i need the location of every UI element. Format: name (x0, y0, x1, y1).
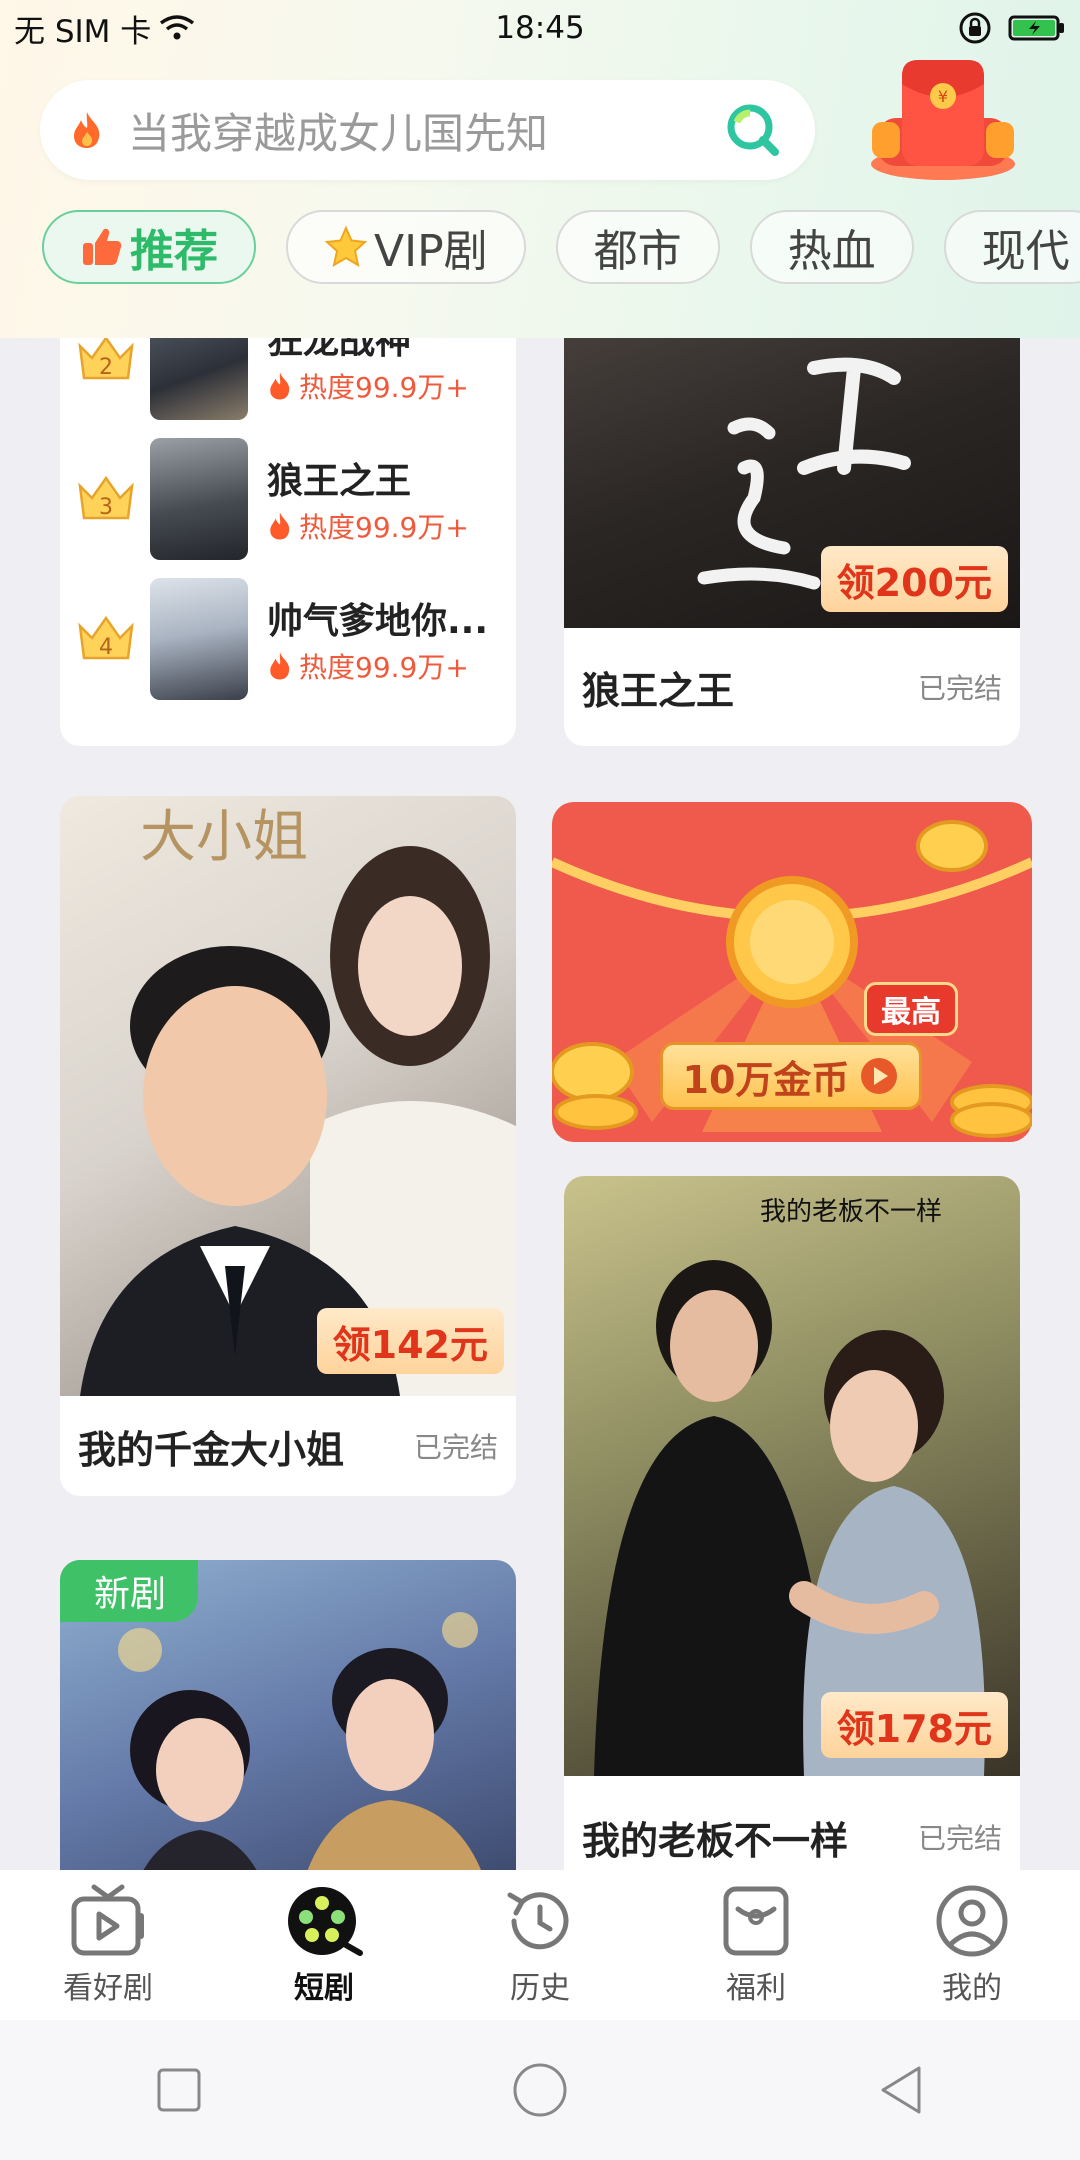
nav-item-welfare[interactable]: 福利 (648, 1883, 864, 2007)
drama-title: 我的老板不一样 (582, 1818, 849, 1863)
reward-amount: 10万金币 (682, 1057, 850, 1102)
tab-label: 推荐 (130, 226, 218, 277)
rank-number: 3 (99, 495, 113, 520)
reward-pill: 10万金币 (660, 1042, 922, 1110)
heat-value: 热度99.9万+ (299, 651, 469, 684)
search-icon[interactable] (725, 102, 781, 158)
nav-label: 福利 (726, 1971, 786, 2006)
drama-poster: 我的老板不一样 (564, 1176, 1020, 1776)
poster-couple-figure: 大小姐 (80, 805, 516, 1396)
card-footer: 我的老板不一样 已完结 (564, 1778, 1020, 1870)
tab-urban[interactable]: 都市 (555, 210, 720, 284)
bottom-navigation: 看好剧 短剧 历史 福利 我的 (0, 1870, 1080, 2020)
drama-poster: 大小姐 (60, 796, 516, 1396)
nav-label: 看好剧 (63, 1971, 153, 2006)
crown-rank-icon: 4 (78, 615, 134, 660)
tab-label: 热血 (787, 226, 876, 277)
flame-icon (270, 372, 290, 400)
tab-recommend[interactable]: 推荐 (42, 210, 256, 284)
drama-feed[interactable]: 2 狂龙战神 热度99.9万+ 3 狼王之王 热度99.9万+ 4 帅气爹地你.… (0, 338, 1080, 1870)
heat-value: 热度99.9万+ (299, 511, 469, 544)
gift-icon (723, 1886, 789, 1956)
svg-text:我的老板不一样: 我的老板不一样 (760, 1197, 942, 1227)
card-footer: 我的千金大小姐 已完结 (60, 1396, 516, 1496)
film-reel-icon (288, 1887, 363, 1956)
drama-title: 我的千金大小姐 (78, 1427, 345, 1472)
nav-item-short-drama[interactable]: 短剧 (216, 1883, 432, 2007)
crown-rank-icon: 2 (78, 338, 134, 380)
drama-card-new[interactable]: 新剧 (60, 1560, 516, 1870)
coupon-badge: 领200元 (820, 546, 1008, 612)
ranking-item[interactable]: 4 帅气爹地你... 热度99.9万+ (60, 578, 516, 702)
heat-indicator: 热度99.9万+ (267, 366, 469, 406)
coupon-badge: 领178元 (820, 1692, 1008, 1758)
tab-label: VIP剧 (374, 226, 488, 277)
drama-card-wolf-king[interactable]: 领200元 狼王之王 已完结 (564, 338, 1020, 746)
system-navigation-bar (0, 2020, 1080, 2160)
tab-label: 都市 (593, 226, 682, 277)
rotation-lock-icon (959, 12, 991, 44)
coupon-badge: 领142元 (316, 1308, 504, 1374)
thumbs-up-icon (83, 228, 122, 265)
drama-card-boss[interactable]: 我的老板不一样 领178元 我的老板不一样 已完结 (564, 1176, 1020, 1870)
recent-apps-icon[interactable] (155, 2066, 203, 2114)
crown-rank-icon: 3 (78, 475, 134, 520)
carrier-label: 无 SIM 卡 (14, 13, 152, 50)
home-icon[interactable] (512, 2062, 568, 2118)
flame-icon (270, 512, 290, 540)
flame-icon (270, 652, 290, 680)
star-icon (324, 225, 368, 268)
tab-label: 现代 (981, 226, 1070, 277)
history-icon (507, 1892, 569, 1950)
search-placeholder: 当我穿越成女儿国先知 (128, 108, 549, 158)
ranking-item[interactable]: 2 狂龙战神 热度99.9万+ (60, 338, 516, 422)
nav-label: 短剧 (294, 1971, 354, 2006)
drama-status: 已完结 (917, 672, 1002, 705)
red-envelope-icon: ¥ (871, 60, 1015, 180)
user-icon (936, 1885, 1008, 1957)
drama-card-golden-daughter[interactable]: 大小姐 领142元 我的千金大小姐 已完结 (60, 796, 516, 1496)
battery-icon (1008, 15, 1064, 41)
red-packet-reward-button[interactable]: ¥ (868, 54, 1018, 182)
tv-icon (71, 1884, 144, 1956)
tab-modern[interactable]: 现代 (943, 210, 1080, 284)
rank-number: 2 (99, 355, 113, 380)
tab-action[interactable]: 热血 (749, 210, 914, 284)
back-icon[interactable] (877, 2064, 925, 2116)
drama-title: 帅气爹地你... (267, 601, 489, 642)
heat-indicator: 热度99.9万+ (267, 506, 469, 546)
max-tag: 最高 (864, 982, 958, 1036)
ranking-item[interactable]: 3 狼王之王 热度99.9万+ (60, 438, 516, 562)
drama-thumbnail (150, 338, 248, 420)
nav-label: 我的 (942, 1971, 1002, 2006)
nav-item-mine[interactable]: 我的 (864, 1883, 1080, 2007)
card-footer: 狼王之王 已完结 (564, 628, 1020, 746)
poster-couple-figure: 我的老板不一样 (594, 1197, 985, 1776)
nav-label: 历史 (510, 1971, 570, 2006)
svg-text:¥: ¥ (938, 87, 948, 106)
heat-indicator: 热度99.9万+ (267, 646, 469, 686)
status-bar: 无 SIM 卡 18:45 (0, 0, 1080, 56)
drama-title: 狼王之王 (267, 461, 412, 502)
ranking-card: 2 狂龙战神 热度99.9万+ 3 狼王之王 热度99.9万+ 4 帅气爹地你.… (60, 338, 516, 746)
heat-value: 热度99.9万+ (299, 371, 469, 404)
drama-title: 狼王之王 (582, 668, 735, 713)
wifi-icon (160, 15, 195, 40)
drama-thumbnail (150, 578, 248, 700)
search-input[interactable]: 当我穿越成女儿国先知 (40, 80, 815, 180)
tab-vip[interactable]: VIP剧 (286, 210, 526, 284)
rank-number: 4 (99, 635, 113, 660)
drama-title: 狂龙战神 (267, 338, 412, 362)
drama-status: 已完结 (917, 1822, 1002, 1855)
nav-item-watch[interactable]: 看好剧 (0, 1883, 216, 2007)
new-drama-badge: 新剧 (60, 1560, 199, 1622)
svg-text:大小姐: 大小姐 (140, 805, 308, 870)
nav-item-history[interactable]: 历史 (432, 1883, 648, 2007)
drama-status: 已完结 (413, 1431, 498, 1464)
category-tabs: 推荐 VIP剧 都市 热血 现代 (42, 210, 1080, 284)
drama-thumbnail (150, 438, 248, 560)
flame-icon (74, 112, 100, 148)
play-icon (861, 1058, 898, 1094)
